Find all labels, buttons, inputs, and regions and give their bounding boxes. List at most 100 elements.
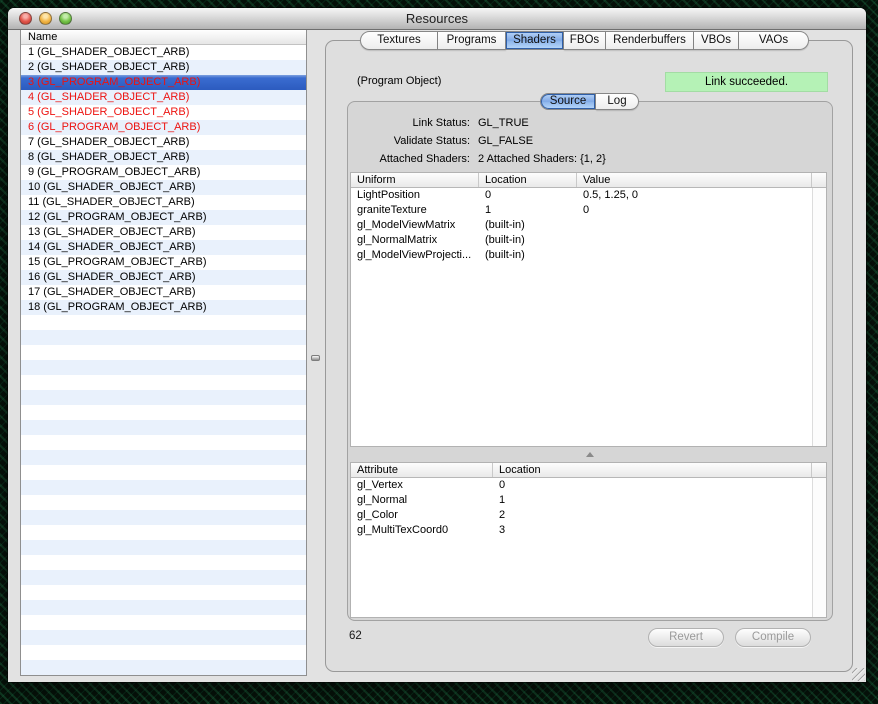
table-cell: (built-in) xyxy=(479,233,577,248)
column-header-location[interactable]: Location xyxy=(479,173,577,187)
table-cell: gl_NormalMatrix xyxy=(351,233,479,248)
window-controls xyxy=(19,12,72,25)
table-row[interactable]: gl_ModelViewProjecti...(built-in) xyxy=(351,248,826,263)
list-empty-row xyxy=(21,390,306,405)
table-row[interactable]: gl_ModelViewMatrix(built-in) xyxy=(351,218,826,233)
table-cell: gl_ModelViewProjecti... xyxy=(351,248,479,263)
column-header-value[interactable]: Value xyxy=(577,173,812,187)
object-type-label: (Program Object) xyxy=(357,75,441,87)
table-splitter-grip-icon[interactable] xyxy=(584,451,596,459)
close-button[interactable] xyxy=(19,12,32,25)
tab-textures[interactable]: Textures xyxy=(360,31,438,50)
zoom-button[interactable] xyxy=(59,12,72,25)
table-cell xyxy=(577,248,826,263)
list-item-5[interactable]: 5 (GL_SHADER_OBJECT_ARB) xyxy=(21,105,306,120)
column-header-attribute[interactable]: Attribute xyxy=(351,463,493,477)
table-cell: (built-in) xyxy=(479,248,577,263)
table-row[interactable]: LightPosition00.5, 1.25, 0 xyxy=(351,188,826,203)
attribute-table: AttributeLocation gl_Vertex0gl_Normal1gl… xyxy=(350,462,827,618)
list-item-16[interactable]: 16 (GL_SHADER_OBJECT_ARB) xyxy=(21,270,306,285)
tab-vaos[interactable]: VAOs xyxy=(739,31,809,50)
info-value: GL_TRUE xyxy=(470,114,529,132)
table-cell: gl_Vertex xyxy=(351,478,493,493)
list-empty-row xyxy=(21,570,306,585)
column-header-location[interactable]: Location xyxy=(493,463,812,477)
uniform-table: UniformLocationValue LightPosition00.5, … xyxy=(350,172,827,447)
info-value: 2 Attached Shaders: {1, 2} xyxy=(470,150,606,168)
list-empty-row xyxy=(21,540,306,555)
list-empty-row xyxy=(21,435,306,450)
list-empty-row xyxy=(21,330,306,345)
list-item-7[interactable]: 7 (GL_SHADER_OBJECT_ARB) xyxy=(21,135,306,150)
info-label: Link Status: xyxy=(357,114,470,132)
window-titlebar[interactable]: Resources xyxy=(8,8,866,30)
list-empty-row xyxy=(21,375,306,390)
tab-shaders[interactable]: Shaders xyxy=(506,31,564,50)
tab-programs[interactable]: Programs xyxy=(438,31,506,50)
table-cell: gl_Color xyxy=(351,508,493,523)
list-empty-row xyxy=(21,645,306,660)
program-status-info: Link Status:GL_TRUEValidate Status:GL_FA… xyxy=(357,114,777,168)
list-item-9[interactable]: 9 (GL_PROGRAM_OBJECT_ARB) xyxy=(21,165,306,180)
list-item-12[interactable]: 12 (GL_PROGRAM_OBJECT_ARB) xyxy=(21,210,306,225)
info-label: Attached Shaders: xyxy=(357,150,470,168)
info-row: Link Status:GL_TRUE xyxy=(357,114,777,132)
list-item-13[interactable]: 13 (GL_SHADER_OBJECT_ARB) xyxy=(21,225,306,240)
list-empty-row xyxy=(21,345,306,360)
list-item-14[interactable]: 14 (GL_SHADER_OBJECT_ARB) xyxy=(21,240,306,255)
table-cell: LightPosition xyxy=(351,188,479,203)
subtab-source[interactable]: Source xyxy=(540,93,596,110)
name-column-header[interactable]: Name xyxy=(21,30,306,45)
info-value: GL_FALSE xyxy=(470,132,533,150)
tab-fbos[interactable]: FBOs xyxy=(564,31,606,50)
table-cell: (built-in) xyxy=(479,218,577,233)
table-row[interactable]: gl_MultiTexCoord03 xyxy=(351,523,826,538)
uniform-table-scrollbar[interactable] xyxy=(812,188,826,446)
table-row[interactable]: gl_NormalMatrix(built-in) xyxy=(351,233,826,248)
list-item-6[interactable]: 6 (GL_PROGRAM_OBJECT_ARB) xyxy=(21,120,306,135)
list-item-11[interactable]: 11 (GL_SHADER_OBJECT_ARB) xyxy=(21,195,306,210)
list-item-1[interactable]: 1 (GL_SHADER_OBJECT_ARB) xyxy=(21,45,306,60)
info-row: Attached Shaders:2 Attached Shaders: {1,… xyxy=(357,150,777,168)
table-row[interactable]: gl_Normal1 xyxy=(351,493,826,508)
list-item-8[interactable]: 8 (GL_SHADER_OBJECT_ARB) xyxy=(21,150,306,165)
minimize-button[interactable] xyxy=(39,12,52,25)
list-empty-row xyxy=(21,420,306,435)
resource-list: Name 1 (GL_SHADER_OBJECT_ARB)2 (GL_SHADE… xyxy=(20,30,307,676)
table-cell: gl_MultiTexCoord0 xyxy=(351,523,493,538)
resource-type-tabbar: TexturesProgramsShadersFBOsRenderbuffers… xyxy=(360,31,809,50)
info-label: Validate Status: xyxy=(357,132,470,150)
list-empty-row xyxy=(21,630,306,645)
list-empty-row xyxy=(21,525,306,540)
table-row[interactable]: graniteTexture10 xyxy=(351,203,826,218)
table-cell: gl_Normal xyxy=(351,493,493,508)
resource-list-body: 1 (GL_SHADER_OBJECT_ARB)2 (GL_SHADER_OBJ… xyxy=(21,45,306,675)
table-cell: 0 xyxy=(493,478,826,493)
table-row[interactable]: gl_Color2 xyxy=(351,508,826,523)
list-item-18[interactable]: 18 (GL_PROGRAM_OBJECT_ARB) xyxy=(21,300,306,315)
table-cell: gl_ModelViewMatrix xyxy=(351,218,479,233)
tab-renderbuffers[interactable]: Renderbuffers xyxy=(606,31,694,50)
table-cell xyxy=(577,233,826,248)
list-item-2[interactable]: 2 (GL_SHADER_OBJECT_ARB) xyxy=(21,60,306,75)
subtab-log[interactable]: Log xyxy=(596,93,639,110)
revert-button[interactable]: Revert xyxy=(648,628,724,647)
list-item-15[interactable]: 15 (GL_PROGRAM_OBJECT_ARB) xyxy=(21,255,306,270)
attribute-table-scrollbar[interactable] xyxy=(812,478,826,617)
list-item-3[interactable]: 3 (GL_PROGRAM_OBJECT_ARB) xyxy=(21,75,306,90)
desktop-background: { "window": { "title": "Resources" }, "s… xyxy=(0,0,878,704)
scrollbar-header-cell xyxy=(812,463,826,477)
list-item-10[interactable]: 10 (GL_SHADER_OBJECT_ARB) xyxy=(21,180,306,195)
tab-vbos[interactable]: VBOs xyxy=(694,31,739,50)
table-cell: 3 xyxy=(493,523,826,538)
window-resize-grip-icon[interactable] xyxy=(852,668,865,681)
list-empty-row xyxy=(21,510,306,525)
resource-count-label: 62 xyxy=(349,630,362,642)
compile-button[interactable]: Compile xyxy=(735,628,811,647)
column-header-uniform[interactable]: Uniform xyxy=(351,173,479,187)
list-empty-row xyxy=(21,495,306,510)
list-item-4[interactable]: 4 (GL_SHADER_OBJECT_ARB) xyxy=(21,90,306,105)
vertical-splitter[interactable] xyxy=(307,30,325,676)
table-row[interactable]: gl_Vertex0 xyxy=(351,478,826,493)
list-item-17[interactable]: 17 (GL_SHADER_OBJECT_ARB) xyxy=(21,285,306,300)
